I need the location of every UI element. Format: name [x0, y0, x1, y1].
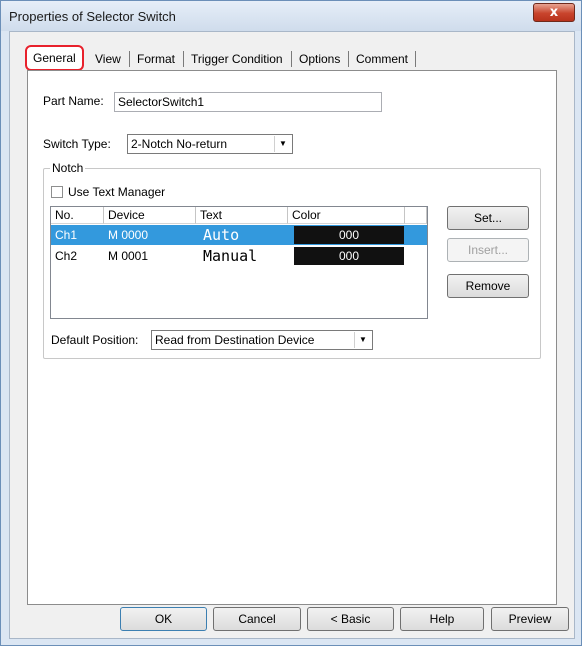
dialog-client-area: General View Format Trigger Condition Op… [9, 31, 575, 639]
basic-button[interactable]: < Basic [307, 607, 394, 631]
switch-type-value: 2-Notch No-return [131, 137, 228, 151]
column-header-text[interactable]: Text [196, 207, 288, 224]
tab-general[interactable]: General [25, 45, 84, 71]
part-name-label: Part Name: [43, 94, 104, 108]
notch-table: No. Device Text Color Ch1 M 0000 Auto 00… [50, 206, 428, 319]
row-no: Ch1 [55, 228, 78, 242]
column-header-no[interactable]: No. [51, 207, 104, 224]
notch-group: Notch Use Text Manager No. Device Text C… [43, 161, 541, 359]
tab-comment[interactable]: Comment [351, 49, 413, 69]
notch-group-title: Notch [50, 161, 86, 175]
ok-button[interactable]: OK [120, 607, 207, 631]
preview-button[interactable]: Preview [491, 607, 569, 631]
column-header-device[interactable]: Device [104, 207, 196, 224]
dialog-window: Properties of Selector Switch x General … [0, 0, 582, 646]
default-position-select[interactable]: Read from Destination Device ▼ [151, 330, 373, 350]
help-button[interactable]: Help [400, 607, 484, 631]
title-bar[interactable]: Properties of Selector Switch x [1, 1, 581, 31]
chevron-down-icon: ▼ [274, 136, 291, 152]
column-header-color[interactable]: Color [288, 207, 405, 224]
dialog-title: Properties of Selector Switch [9, 9, 176, 24]
column-header-filler [405, 207, 427, 224]
part-name-input[interactable]: SelectorSwitch1 [114, 92, 382, 112]
row-text: Manual [203, 247, 258, 265]
set-button[interactable]: Set... [447, 206, 529, 230]
insert-button[interactable]: Insert... [447, 238, 529, 262]
color-swatch: 000 [294, 226, 404, 244]
default-position-label: Default Position: [51, 333, 139, 347]
default-position-value: Read from Destination Device [155, 333, 315, 347]
table-row[interactable]: Ch2 M 0001 Manual 000 [51, 246, 427, 266]
tab-separator [415, 51, 416, 67]
switch-type-select[interactable]: 2-Notch No-return ▼ [127, 134, 293, 154]
close-button[interactable]: x [533, 3, 575, 22]
tab-separator [183, 51, 184, 67]
tab-separator [129, 51, 130, 67]
tab-separator [348, 51, 349, 67]
tab-trigger-condition[interactable]: Trigger Condition [186, 49, 288, 69]
cancel-button[interactable]: Cancel [213, 607, 301, 631]
general-tab-panel: Part Name: SelectorSwitch1 Switch Type: … [27, 70, 557, 605]
row-text: Auto [203, 226, 240, 244]
use-text-manager-checkbox[interactable] [51, 186, 63, 198]
tab-view[interactable]: View [90, 49, 126, 69]
remove-button[interactable]: Remove [447, 274, 529, 298]
tab-separator [291, 51, 292, 67]
row-device: M 0001 [108, 249, 149, 263]
row-no: Ch2 [55, 249, 78, 263]
color-swatch: 000 [294, 247, 404, 265]
switch-type-label: Switch Type: [43, 137, 111, 151]
tab-format[interactable]: Format [132, 49, 180, 69]
table-row[interactable]: Ch1 M 0000 Auto 000 [51, 225, 427, 245]
row-device: M 0000 [108, 228, 149, 242]
tab-options[interactable]: Options [294, 49, 345, 69]
chevron-down-icon: ▼ [354, 332, 371, 348]
use-text-manager-label: Use Text Manager [68, 185, 166, 199]
